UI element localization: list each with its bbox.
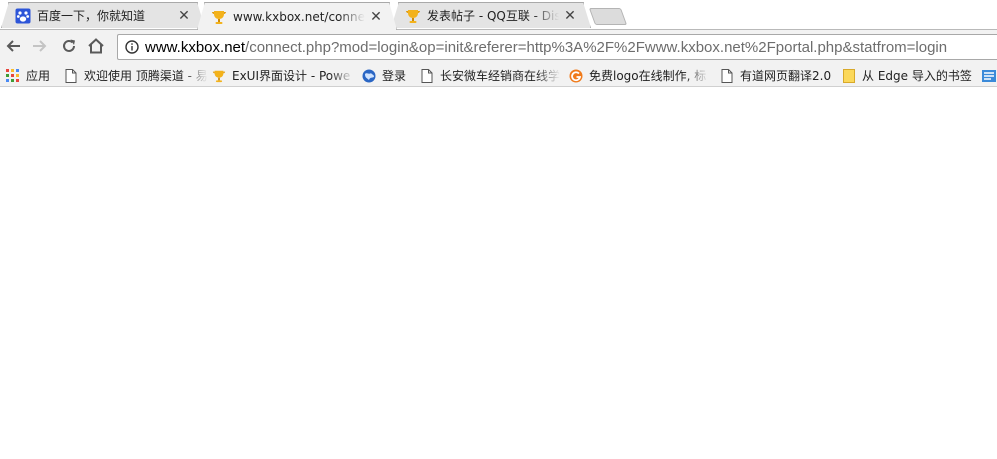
kxbox-trophy-icon bbox=[405, 8, 421, 24]
forward-button[interactable] bbox=[29, 36, 51, 58]
bookmark-changan[interactable]: 长安微车经销商在线学 bbox=[420, 67, 560, 84]
home-button[interactable] bbox=[85, 36, 107, 58]
bookmark-label: 登录 bbox=[382, 69, 407, 83]
bookmark-label: 长安微车经销商在线学 bbox=[440, 69, 560, 83]
url-host: www.kxbox.net bbox=[145, 38, 246, 56]
browser-window: 百度一下，你就知道 ✕ 发表帖子 - QQ互联 - Discuz ✕ bbox=[0, 0, 997, 459]
bookmark-youdao[interactable]: 有道网页翻译2.0 bbox=[720, 67, 831, 84]
url-text[interactable]: www.kxbox.net/connect.php?mod=login&op=i… bbox=[145, 39, 947, 56]
url-path: /connect.php?mod=login&op=init&referer=h… bbox=[245, 38, 948, 56]
folder-icon bbox=[842, 68, 856, 83]
navigation-toolbar: www.kxbox.net/connect.php?mod=login&op=i… bbox=[0, 29, 997, 64]
bookmark-label: 应用 bbox=[26, 69, 51, 83]
reload-button[interactable] bbox=[58, 36, 80, 58]
bookmark-label: 欢迎使用 顶腾渠道 - 易 bbox=[84, 69, 208, 83]
tab-title: www.kxbox.net/connect.php?mod=login bbox=[233, 9, 365, 24]
bookmark-label: 有道网页翻译2.0 bbox=[740, 69, 832, 83]
edge-bookmark-icon bbox=[982, 69, 996, 83]
bookmark-edge-folder[interactable]: 从 Edge 导入的书签 bbox=[842, 67, 972, 84]
tab-kxbox-connect[interactable]: www.kxbox.net/connect.php?mod=login ✕ bbox=[204, 2, 390, 30]
new-tab-button[interactable] bbox=[588, 8, 628, 25]
tab-title: 百度一下，你就知道 bbox=[37, 9, 146, 23]
forward-arrow-icon bbox=[32, 38, 48, 57]
bookmarks-bar: 应用 欢迎使用 顶腾渠道 - 易 ExUI界面设计 - Powe 登录 长安微车… bbox=[0, 64, 997, 87]
bookmark-apps[interactable]: 应用 bbox=[6, 67, 50, 84]
tab-title: 发表帖子 - QQ互联 - Discuz bbox=[427, 9, 559, 23]
page-icon bbox=[720, 68, 734, 83]
back-button[interactable] bbox=[2, 36, 24, 58]
bookmark-dingteng[interactable]: 欢迎使用 顶腾渠道 - 易 bbox=[64, 67, 208, 84]
kxbox-trophy-icon bbox=[211, 9, 227, 25]
bookmark-label: 免费logo在线制作, 标 bbox=[589, 69, 707, 83]
globe-icon bbox=[362, 69, 376, 83]
baidu-paw-icon bbox=[15, 8, 31, 24]
back-arrow-icon bbox=[5, 38, 21, 57]
close-icon[interactable]: ✕ bbox=[563, 9, 577, 23]
bookmark-login[interactable]: 登录 bbox=[362, 67, 406, 84]
bookmark-label: ExUI界面设计 - Powe bbox=[232, 69, 351, 83]
bookmark-label: 从 Edge 导入的书签 bbox=[862, 69, 972, 83]
info-icon[interactable] bbox=[125, 40, 139, 54]
close-icon[interactable]: ✕ bbox=[369, 10, 383, 24]
kxbox-trophy-icon bbox=[212, 69, 226, 83]
tab-baidu[interactable]: 百度一下，你就知道 ✕ bbox=[8, 2, 198, 28]
apps-grid-icon bbox=[6, 68, 20, 83]
page-icon bbox=[420, 68, 434, 83]
home-icon bbox=[87, 37, 105, 57]
page-content bbox=[0, 87, 997, 459]
orange-logo-icon bbox=[569, 69, 583, 83]
bookmark-free-logo[interactable]: 免费logo在线制作, 标 bbox=[569, 67, 709, 84]
tab-discuz-post[interactable]: 发表帖子 - QQ互联 - Discuz ✕ bbox=[398, 2, 584, 28]
address-bar[interactable]: www.kxbox.net/connect.php?mod=login&op=i… bbox=[117, 34, 997, 60]
bookmark-exui[interactable]: ExUI界面设计 - Powe bbox=[212, 67, 354, 84]
reload-icon bbox=[61, 38, 77, 57]
close-icon[interactable]: ✕ bbox=[177, 9, 191, 23]
bookmark-overflow[interactable] bbox=[982, 67, 997, 84]
page-icon bbox=[64, 68, 78, 83]
tab-strip: 百度一下，你就知道 ✕ 发表帖子 - QQ互联 - Discuz ✕ bbox=[0, 0, 997, 30]
